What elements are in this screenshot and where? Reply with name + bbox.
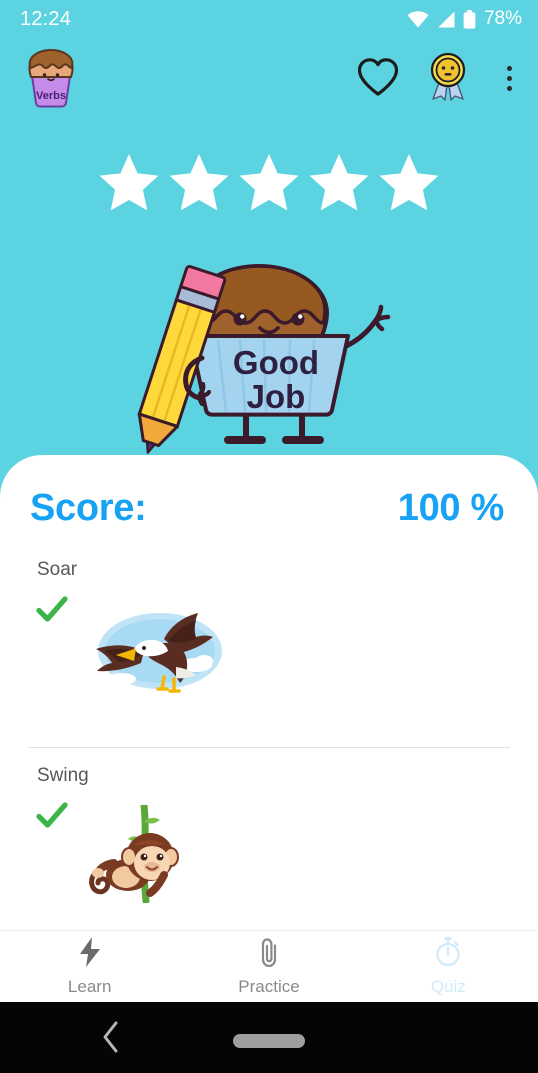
monkey-swinging-image: [72, 801, 242, 905]
results-card: Score: 100 % Soar Swing: [0, 455, 538, 930]
hero-section: Good Job: [0, 118, 538, 460]
signal-icon: [436, 11, 456, 28]
app-bar: Verbs: [0, 38, 538, 118]
result-word: Swing: [37, 765, 89, 786]
wifi-icon: [407, 10, 429, 28]
android-navigation-bar: [0, 1002, 538, 1073]
star-icon: [237, 152, 301, 219]
tab-quiz[interactable]: Quiz: [359, 931, 538, 1002]
star-icon: [97, 152, 161, 219]
chevron-left-icon[interactable]: [100, 1020, 122, 1059]
eagle-soaring-image: [72, 599, 242, 697]
result-body: [0, 581, 538, 731]
result-item[interactable]: Soar: [0, 559, 538, 731]
mascot-text-line2: Job: [247, 378, 306, 415]
status-time: 12:24: [20, 7, 72, 30]
heart-outline-icon: [356, 57, 400, 100]
paperclip-icon: [258, 937, 280, 970]
app-bar-actions: [352, 52, 526, 104]
tab-practice[interactable]: Practice: [179, 931, 358, 1002]
star-rating: [0, 152, 538, 219]
tab-learn-label: Learn: [67, 976, 112, 996]
score-label: Score:: [30, 487, 147, 529]
tab-learn[interactable]: Learn: [0, 931, 179, 1002]
tab-practice-label: Practice: [238, 976, 300, 996]
cupcake-mascot-with-pencil-icon: Good Job: [124, 240, 414, 462]
more-vertical-icon: [506, 65, 512, 91]
overflow-menu-button[interactable]: [492, 52, 526, 104]
star-icon: [307, 152, 371, 219]
battery-icon: [463, 9, 476, 29]
result-item[interactable]: Swing: [0, 765, 538, 930]
green-check-icon: [36, 801, 68, 836]
result-divider: [28, 747, 510, 748]
star-icon: [167, 152, 231, 219]
mascot-text-line1: Good: [233, 344, 319, 381]
result-word: Soar: [37, 559, 78, 580]
status-bar: 12:24 78%: [0, 0, 538, 38]
result-body: [0, 787, 538, 930]
star-icon: [377, 152, 441, 219]
logo-label: Verbs: [36, 90, 66, 102]
battery-percent: 78%: [483, 8, 522, 29]
phone-screen: 12:24 78% Verbs Good Job Score: 100 % So…: [0, 0, 538, 1073]
score-row: Score: 100 %: [0, 487, 538, 530]
medal-ribbon-icon: [425, 51, 471, 106]
stopwatch-icon: [434, 936, 462, 970]
green-check-icon: [36, 595, 68, 630]
cupcake-logo-icon[interactable]: Verbs: [20, 46, 82, 110]
status-indicators: 78%: [407, 8, 522, 30]
score-value: 100 %: [397, 487, 505, 529]
tab-quiz-label: Quiz: [430, 977, 466, 996]
bottom-tab-bar: Learn Practice Quiz: [0, 930, 538, 1002]
awards-button[interactable]: [422, 52, 474, 104]
favorite-button[interactable]: [352, 52, 404, 104]
lightning-bolt-icon: [78, 936, 102, 970]
home-pill-icon[interactable]: [233, 1034, 305, 1048]
